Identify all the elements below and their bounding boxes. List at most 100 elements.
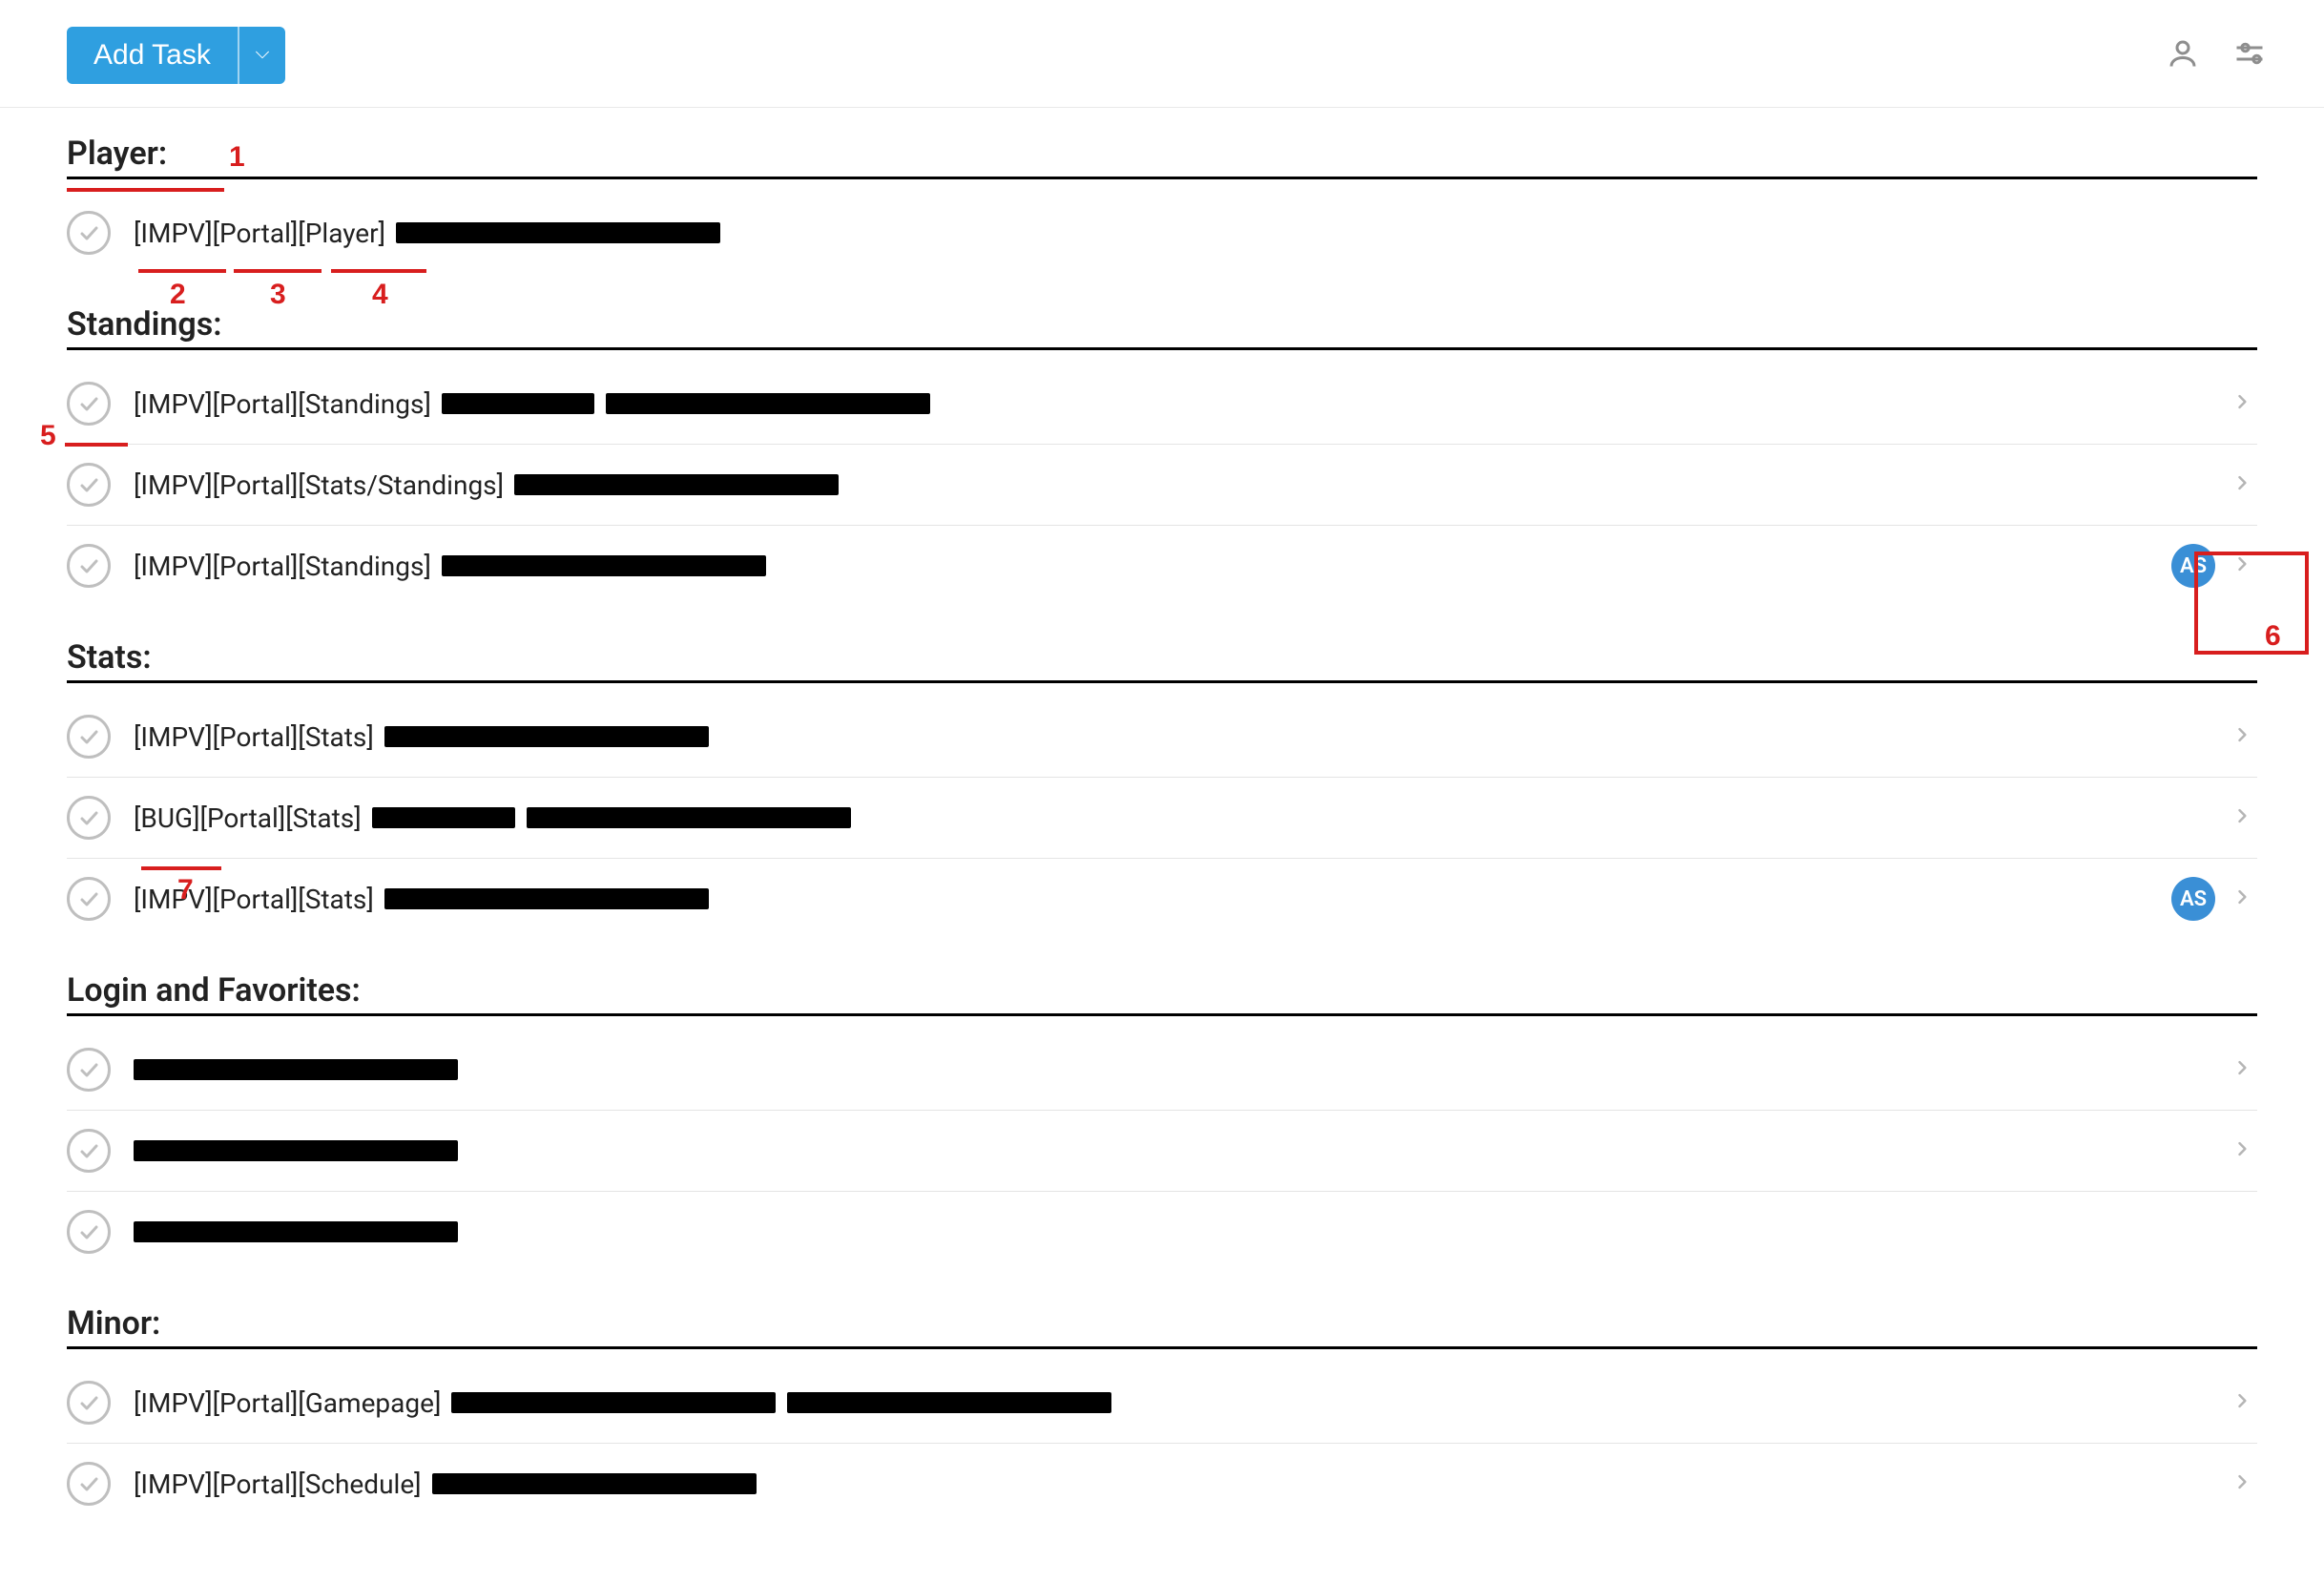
task-row[interactable]: [IMPV][Portal][Stats/Standings] bbox=[67, 445, 2257, 526]
task-title: [IMPV][Portal][Player] bbox=[134, 218, 720, 249]
redacted-text bbox=[372, 807, 515, 828]
redacted-text bbox=[396, 222, 720, 243]
task-prefix: [IMPV][Portal][Stats] bbox=[134, 721, 381, 753]
chevron-down-icon bbox=[252, 44, 273, 68]
task-complete-checkbox[interactable] bbox=[67, 1129, 111, 1173]
task-complete-checkbox[interactable] bbox=[67, 211, 111, 255]
task-row[interactable] bbox=[67, 1030, 2257, 1111]
task-complete-checkbox[interactable] bbox=[67, 877, 111, 921]
content-area: Player: [IMPV][Portal][Player] Standings:… bbox=[0, 108, 2324, 1562]
section-heading: Login and Favorites: bbox=[67, 971, 2257, 1016]
task-title: [IMPV][Portal][Gamepage] bbox=[134, 1387, 1111, 1419]
redacted-text bbox=[384, 726, 709, 747]
redacted-text bbox=[442, 393, 594, 414]
chevron-right-icon[interactable] bbox=[2232, 388, 2251, 419]
task-list: [IMPV][Portal][Stats] [BUG][Portal][Stat… bbox=[67, 697, 2257, 939]
task-complete-checkbox[interactable] bbox=[67, 715, 111, 759]
task-complete-checkbox[interactable] bbox=[67, 1462, 111, 1506]
section-heading: Stats: bbox=[67, 638, 2257, 683]
task-complete-checkbox[interactable] bbox=[67, 382, 111, 426]
redacted-text bbox=[134, 1221, 458, 1242]
task-prefix: [IMPV][Portal][Gamepage] bbox=[134, 1387, 447, 1419]
section-heading: Standings: bbox=[67, 305, 2257, 350]
task-row[interactable]: [IMPV][Portal][Standings] bbox=[67, 364, 2257, 445]
task-title bbox=[134, 1221, 458, 1242]
task-row-actions bbox=[2232, 1468, 2257, 1499]
task-complete-checkbox[interactable] bbox=[67, 1381, 111, 1425]
task-title bbox=[134, 1059, 458, 1080]
task-title: [IMPV][Portal][Standings] bbox=[134, 388, 930, 420]
task-row[interactable]: [BUG][Portal][Stats] bbox=[67, 778, 2257, 859]
task-row[interactable]: [IMPV][Portal][Gamepage] bbox=[67, 1363, 2257, 1444]
task-prefix: [IMPV][Portal][Player] bbox=[134, 218, 392, 249]
task-row[interactable] bbox=[67, 1192, 2257, 1272]
chevron-right-icon[interactable] bbox=[2232, 469, 2251, 500]
chevron-right-icon[interactable] bbox=[2232, 1468, 2251, 1499]
redacted-text bbox=[606, 393, 930, 414]
section-heading: Player: bbox=[67, 135, 2257, 179]
task-title: [IMPV][Portal][Schedule] bbox=[134, 1468, 757, 1500]
task-row-actions bbox=[2232, 1054, 2257, 1085]
task-prefix: [BUG][Portal][Stats] bbox=[134, 802, 368, 834]
task-prefix: [IMPV][Portal][Standings] bbox=[134, 551, 438, 582]
task-list bbox=[67, 1030, 2257, 1272]
task-row-actions: AS bbox=[2171, 544, 2257, 588]
task-list: [IMPV][Portal][Standings] [IMPV][Portal]… bbox=[67, 364, 2257, 606]
task-prefix: [IMPV][Portal][Schedule] bbox=[134, 1468, 428, 1500]
task-complete-checkbox[interactable] bbox=[67, 463, 111, 507]
task-title: [IMPV][Portal][Standings] bbox=[134, 551, 766, 582]
toolbar-right bbox=[2166, 36, 2267, 74]
task-prefix: [IMPV][Portal][Stats/Standings] bbox=[134, 469, 510, 501]
task-complete-checkbox[interactable] bbox=[67, 1210, 111, 1254]
task-row-actions bbox=[2232, 469, 2257, 500]
toolbar: Add Task bbox=[0, 0, 2324, 108]
task-title: [IMPV][Portal][Stats] bbox=[134, 721, 709, 753]
chevron-right-icon[interactable] bbox=[2232, 884, 2251, 914]
task-title: [BUG][Portal][Stats] bbox=[134, 802, 851, 834]
task-row[interactable]: [IMPV][Portal][Stats] AS bbox=[67, 859, 2257, 939]
task-row-actions bbox=[2232, 388, 2257, 419]
assignee-avatar[interactable]: AS bbox=[2171, 544, 2215, 588]
task-title: [IMPV][Portal][Stats/Standings] bbox=[134, 469, 839, 501]
task-complete-checkbox[interactable] bbox=[67, 1048, 111, 1092]
section-heading: Minor: bbox=[67, 1304, 2257, 1349]
redacted-text bbox=[432, 1473, 757, 1494]
add-task-button-group: Add Task bbox=[67, 27, 285, 84]
task-complete-checkbox[interactable] bbox=[67, 796, 111, 840]
person-icon[interactable] bbox=[2166, 36, 2200, 74]
task-row[interactable] bbox=[67, 1111, 2257, 1192]
redacted-text bbox=[527, 807, 851, 828]
assignee-avatar[interactable]: AS bbox=[2171, 877, 2215, 921]
task-complete-checkbox[interactable] bbox=[67, 544, 111, 588]
task-list: [IMPV][Portal][Player] bbox=[67, 193, 2257, 273]
add-task-button[interactable]: Add Task bbox=[67, 27, 238, 84]
task-row-actions bbox=[2232, 802, 2257, 833]
chevron-right-icon[interactable] bbox=[2232, 1387, 2251, 1418]
redacted-text bbox=[787, 1392, 1111, 1413]
task-row[interactable]: [IMPV][Portal][Player] bbox=[67, 193, 2257, 273]
task-row[interactable]: [IMPV][Portal][Stats] bbox=[67, 697, 2257, 778]
task-row-actions bbox=[2232, 721, 2257, 752]
task-list: [IMPV][Portal][Gamepage] [IMPV][Portal][… bbox=[67, 1363, 2257, 1524]
task-title bbox=[134, 1140, 458, 1161]
settings-sliders-icon[interactable] bbox=[2232, 36, 2267, 74]
task-title: [IMPV][Portal][Stats] bbox=[134, 884, 709, 915]
redacted-text bbox=[134, 1059, 458, 1080]
task-row[interactable]: [IMPV][Portal][Schedule] bbox=[67, 1444, 2257, 1524]
redacted-text bbox=[442, 555, 766, 576]
redacted-text bbox=[514, 474, 839, 495]
redacted-text bbox=[384, 888, 709, 909]
chevron-right-icon[interactable] bbox=[2232, 551, 2251, 581]
task-prefix: [IMPV][Portal][Standings] bbox=[134, 388, 438, 420]
chevron-right-icon[interactable] bbox=[2232, 1054, 2251, 1085]
redacted-text bbox=[451, 1392, 776, 1413]
task-prefix: [IMPV][Portal][Stats] bbox=[134, 884, 381, 915]
add-task-dropdown-button[interactable] bbox=[238, 27, 285, 84]
task-row-actions: AS bbox=[2171, 877, 2257, 921]
task-row-actions bbox=[2232, 1387, 2257, 1418]
chevron-right-icon[interactable] bbox=[2232, 721, 2251, 752]
chevron-right-icon[interactable] bbox=[2232, 1135, 2251, 1166]
task-row[interactable]: [IMPV][Portal][Standings] AS bbox=[67, 526, 2257, 606]
chevron-right-icon[interactable] bbox=[2232, 802, 2251, 833]
toolbar-left: Add Task bbox=[67, 27, 285, 84]
